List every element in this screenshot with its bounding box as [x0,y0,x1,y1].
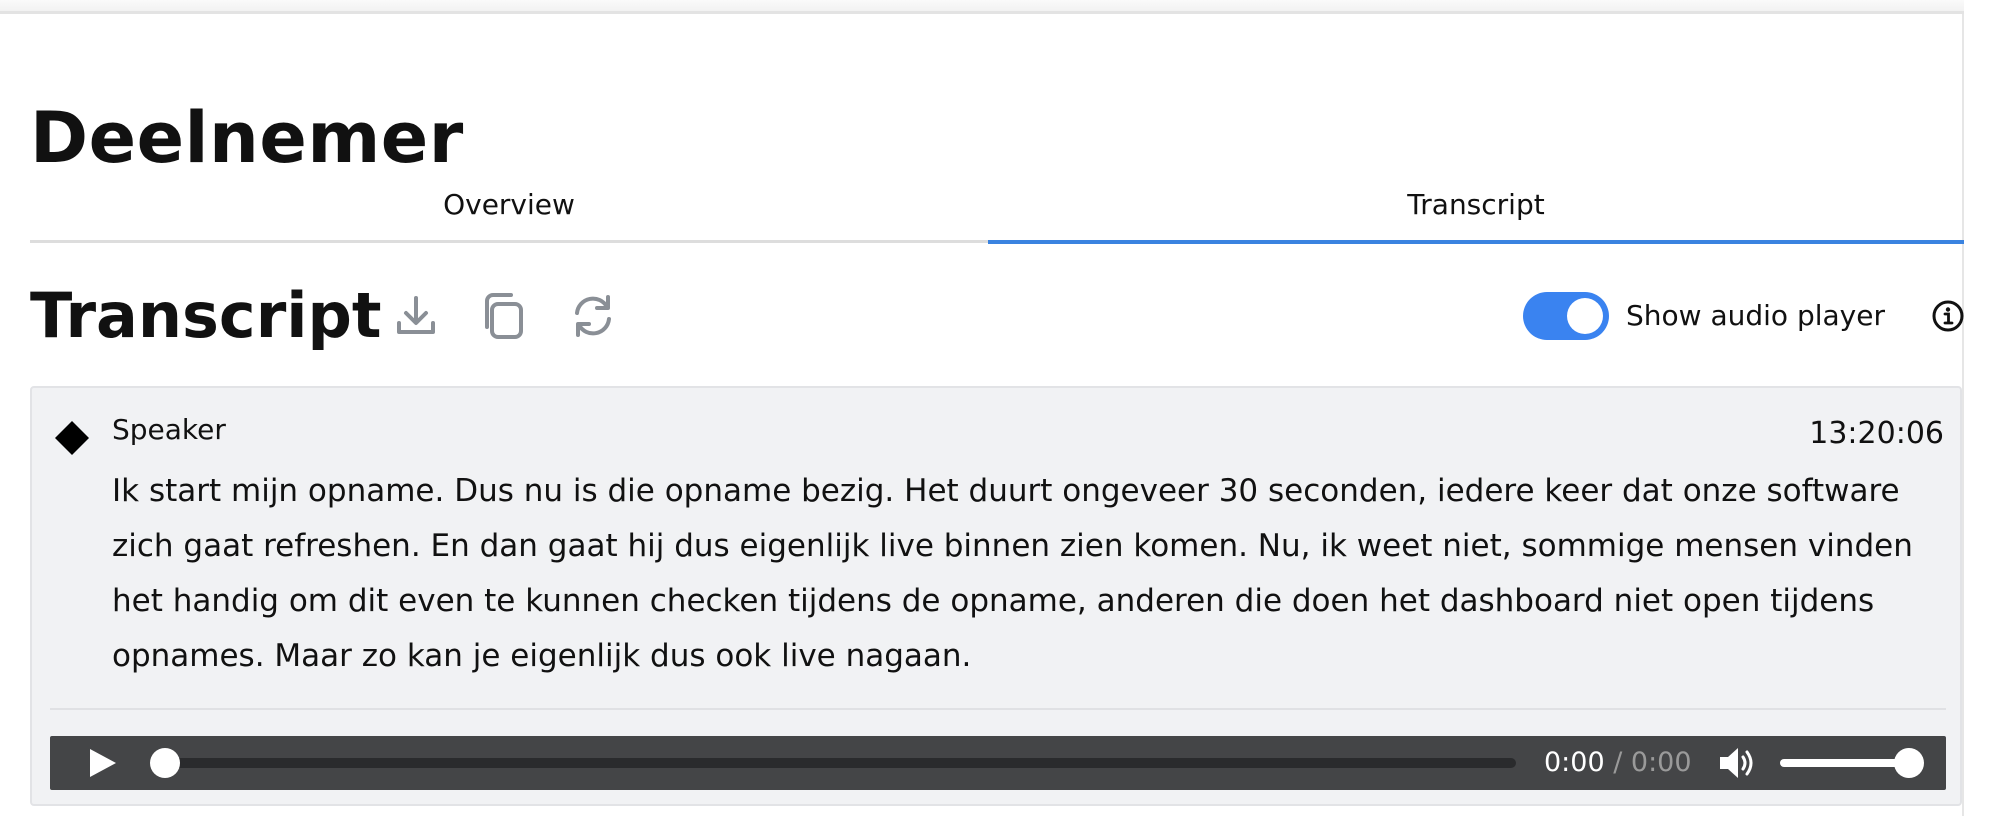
toggle-knob [1567,298,1603,334]
current-time: 0:00 [1544,747,1605,778]
tab-transcript[interactable]: Transcript [988,178,1964,244]
copy-button[interactable] [476,288,532,344]
diamond-icon [55,421,89,455]
volume-slider[interactable] [1780,748,1924,778]
volume-thumb[interactable] [1894,748,1924,778]
tab-overview-label: Overview [443,188,575,221]
copy-icon [485,293,523,339]
play-button[interactable] [86,747,118,779]
download-button[interactable] [388,288,444,344]
transcript-segment: Speaker 13:20:06 Ik start mijn opname. D… [30,386,1962,806]
transcript-header: Transcript Show audio player [30,278,1964,354]
info-button[interactable] [1930,298,1966,334]
duration: 0:00 [1630,747,1692,778]
segment-text: Ik start mijn opname. Dus nu is die opna… [112,473,1913,674]
audio-player-toggle-label: Show audio player [1626,299,1885,332]
seek-bar[interactable] [150,748,1516,778]
tab-transcript-label: Transcript [1407,188,1545,221]
speaker-name: Speaker [112,413,226,446]
tab-bar: Overview Transcript [30,178,1964,244]
refresh-icon [575,295,611,337]
refresh-button[interactable] [565,288,621,344]
download-icon [397,296,435,334]
time-separator: / [1604,747,1631,778]
segment-timestamp: 13:20:06 [1809,416,1944,451]
volume-icon [1720,748,1753,778]
top-bar-edge [0,0,1964,14]
volume-button[interactable] [1718,746,1758,780]
play-icon [90,749,116,777]
tab-overview[interactable]: Overview [30,178,988,243]
audio-player: 0:00 / 0:00 [50,736,1946,790]
divider [50,708,1946,710]
page-title: Deelnemer [30,96,464,179]
time-readout: 0:00 / 0:00 [1544,736,1692,790]
transcript-heading: Transcript [30,279,382,352]
seek-thumb[interactable] [150,748,180,778]
audio-player-toggle[interactable] [1523,292,1609,340]
info-icon [1932,300,1964,332]
main-panel: Deelnemer Overview Transcript Transcript [0,0,1964,816]
